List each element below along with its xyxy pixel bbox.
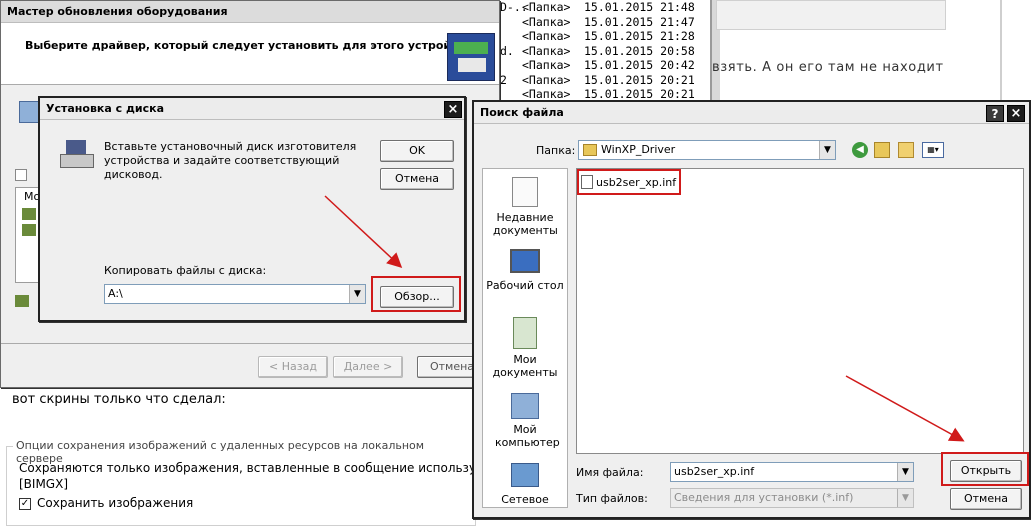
annotation-arrow-open bbox=[845, 375, 965, 442]
annotation-arrows bbox=[324, 195, 965, 442]
annotation-arrow-browse bbox=[324, 195, 403, 269]
